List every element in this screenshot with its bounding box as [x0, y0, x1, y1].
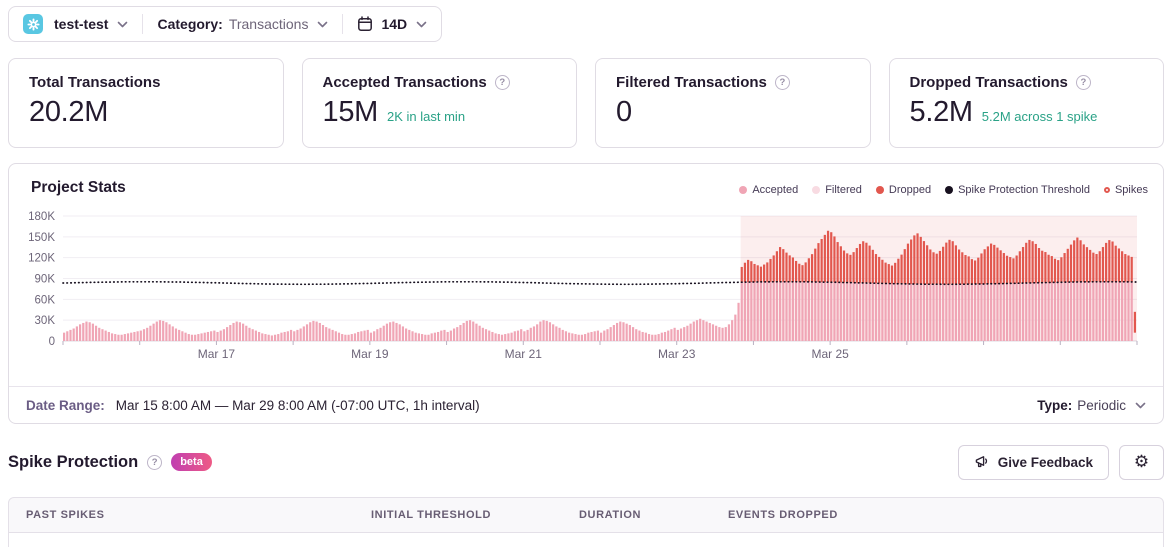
past-spikes-table: Past Spikes Initial Threshold Duration E…: [8, 497, 1164, 547]
card-subtext: 2K in last min: [387, 109, 466, 124]
legend-item-dropped[interactable]: Dropped: [875, 184, 932, 196]
divider: [342, 14, 344, 34]
type-selector[interactable]: Type: Periodic: [1037, 398, 1146, 413]
legend-dot-icon: [812, 186, 821, 194]
card-title: Total Transactions: [29, 74, 161, 91]
spike-protection-header: Spike Protection ? beta Give Feedback ⚙: [8, 443, 1164, 481]
card-title: Dropped Transactions: [909, 74, 1068, 91]
date-range-row: Date Range: Mar 15 8:00 AM — Mar 29 8:00…: [9, 386, 1163, 423]
date-range-value: Mar 15 8:00 AM — Mar 29 8:00 AM (-07:00 …: [115, 397, 480, 413]
legend-item-accepted[interactable]: Accepted: [739, 184, 798, 196]
type-value: Periodic: [1077, 397, 1126, 413]
card-value: 20.2M: [29, 96, 109, 128]
date-period-selector[interactable]: 14D: [357, 16, 427, 32]
project-stats-panel: Project Stats Accepted Filtered Dropped …: [8, 163, 1164, 424]
table-row: [8, 533, 1164, 547]
svg-text:0: 0: [49, 336, 55, 348]
give-feedback-button[interactable]: Give Feedback: [957, 444, 1109, 480]
svg-text:60K: 60K: [35, 294, 56, 306]
calendar-icon: [357, 16, 373, 32]
svg-text:180K: 180K: [28, 211, 55, 223]
table-header-row: Past Spikes Initial Threshold Duration E…: [8, 497, 1164, 533]
date-range-label: Date Range:: [26, 397, 105, 413]
svg-text:Mar 17: Mar 17: [198, 347, 236, 361]
chevron-down-icon: [1135, 402, 1146, 408]
legend-dot-icon: [739, 186, 748, 194]
beta-badge: beta: [171, 453, 212, 471]
category-value: Transactions: [228, 16, 309, 32]
svg-text:120K: 120K: [28, 253, 55, 265]
spike-protection-title: Spike Protection: [8, 452, 139, 471]
card-filtered-transactions: Filtered Transactions ? 0: [595, 58, 871, 148]
column-header-events-dropped: Events Dropped: [728, 509, 838, 521]
help-icon[interactable]: ?: [147, 454, 163, 470]
legend-label: Spikes: [1114, 184, 1148, 196]
chevron-down-icon: [318, 21, 328, 27]
legend-label: Accepted: [752, 184, 799, 196]
card-total-transactions: Total Transactions 20.2M: [8, 58, 284, 148]
card-value: 5.2M: [909, 96, 974, 128]
help-icon[interactable]: ?: [1075, 75, 1091, 90]
legend-ring-icon: [1103, 187, 1110, 193]
card-dropped-transactions: Dropped Transactions ? 5.2M 5.2M across …: [888, 58, 1164, 148]
svg-text:Mar 19: Mar 19: [351, 347, 389, 361]
help-icon[interactable]: ?: [494, 75, 510, 90]
svg-text:Mar 23: Mar 23: [658, 347, 696, 361]
card-title: Accepted Transactions: [322, 74, 487, 91]
legend-label: Spike Protection Threshold: [958, 184, 1090, 196]
legend-label: Filtered: [825, 184, 862, 196]
svg-text:Mar 25: Mar 25: [811, 347, 849, 361]
legend-item-spike-protection-threshold[interactable]: Spike Protection Threshold: [945, 184, 1090, 196]
legend-label: Dropped: [888, 184, 932, 196]
chart-title: Project Stats: [31, 179, 126, 196]
column-header-duration: Duration: [579, 509, 642, 521]
period-value: 14D: [381, 16, 408, 32]
svg-text:Mar 21: Mar 21: [505, 347, 543, 361]
divider: [142, 14, 144, 34]
project-name: test-test: [54, 16, 109, 32]
legend-dot-icon: [945, 186, 954, 194]
card-accepted-transactions: Accepted Transactions ? 15M 2K in last m…: [301, 58, 577, 148]
project-selector[interactable]: test-test: [23, 14, 128, 34]
give-feedback-label: Give Feedback: [997, 454, 1093, 470]
card-subtext: 5.2M across 1 spike: [981, 109, 1098, 124]
settings-button[interactable]: ⚙: [1119, 444, 1164, 480]
svg-text:30K: 30K: [35, 315, 56, 327]
stat-cards-row: Total Transactions 20.2M Accepted Transa…: [8, 58, 1164, 148]
legend-item-spikes[interactable]: Spikes: [1103, 184, 1148, 196]
category-label: Category:: [157, 16, 223, 32]
project-stats-chart[interactable]: 180K 150K 120K 90K 60K 30K 0 Mar 17 Mar 19 Mar 21…: [10, 206, 1156, 378]
gear-icon: ⚙: [1133, 452, 1150, 471]
chevron-down-icon: [118, 21, 128, 27]
legend-item-filtered[interactable]: Filtered: [812, 184, 862, 196]
help-icon[interactable]: ?: [774, 75, 790, 90]
svg-text:90K: 90K: [35, 274, 56, 286]
project-platform-icon: [23, 14, 43, 34]
card-title: Filtered Transactions: [616, 74, 767, 91]
megaphone-icon: [975, 456, 987, 468]
card-value: 15M: [322, 96, 379, 128]
chart-legend: Accepted Filtered Dropped Spike Protecti…: [739, 184, 1148, 196]
chevron-down-icon: [416, 21, 427, 27]
type-label: Type:: [1037, 397, 1073, 413]
column-header-initial-threshold: Initial Threshold: [371, 509, 491, 521]
column-header-past-spikes: Past Spikes: [26, 509, 105, 521]
page-filter-bar: test-test Category: Transactions 14D: [8, 6, 443, 42]
svg-text:150K: 150K: [28, 232, 55, 244]
card-value: 0: [616, 96, 632, 128]
legend-dot-icon: [875, 186, 884, 194]
category-selector[interactable]: Category: Transactions: [157, 16, 328, 32]
